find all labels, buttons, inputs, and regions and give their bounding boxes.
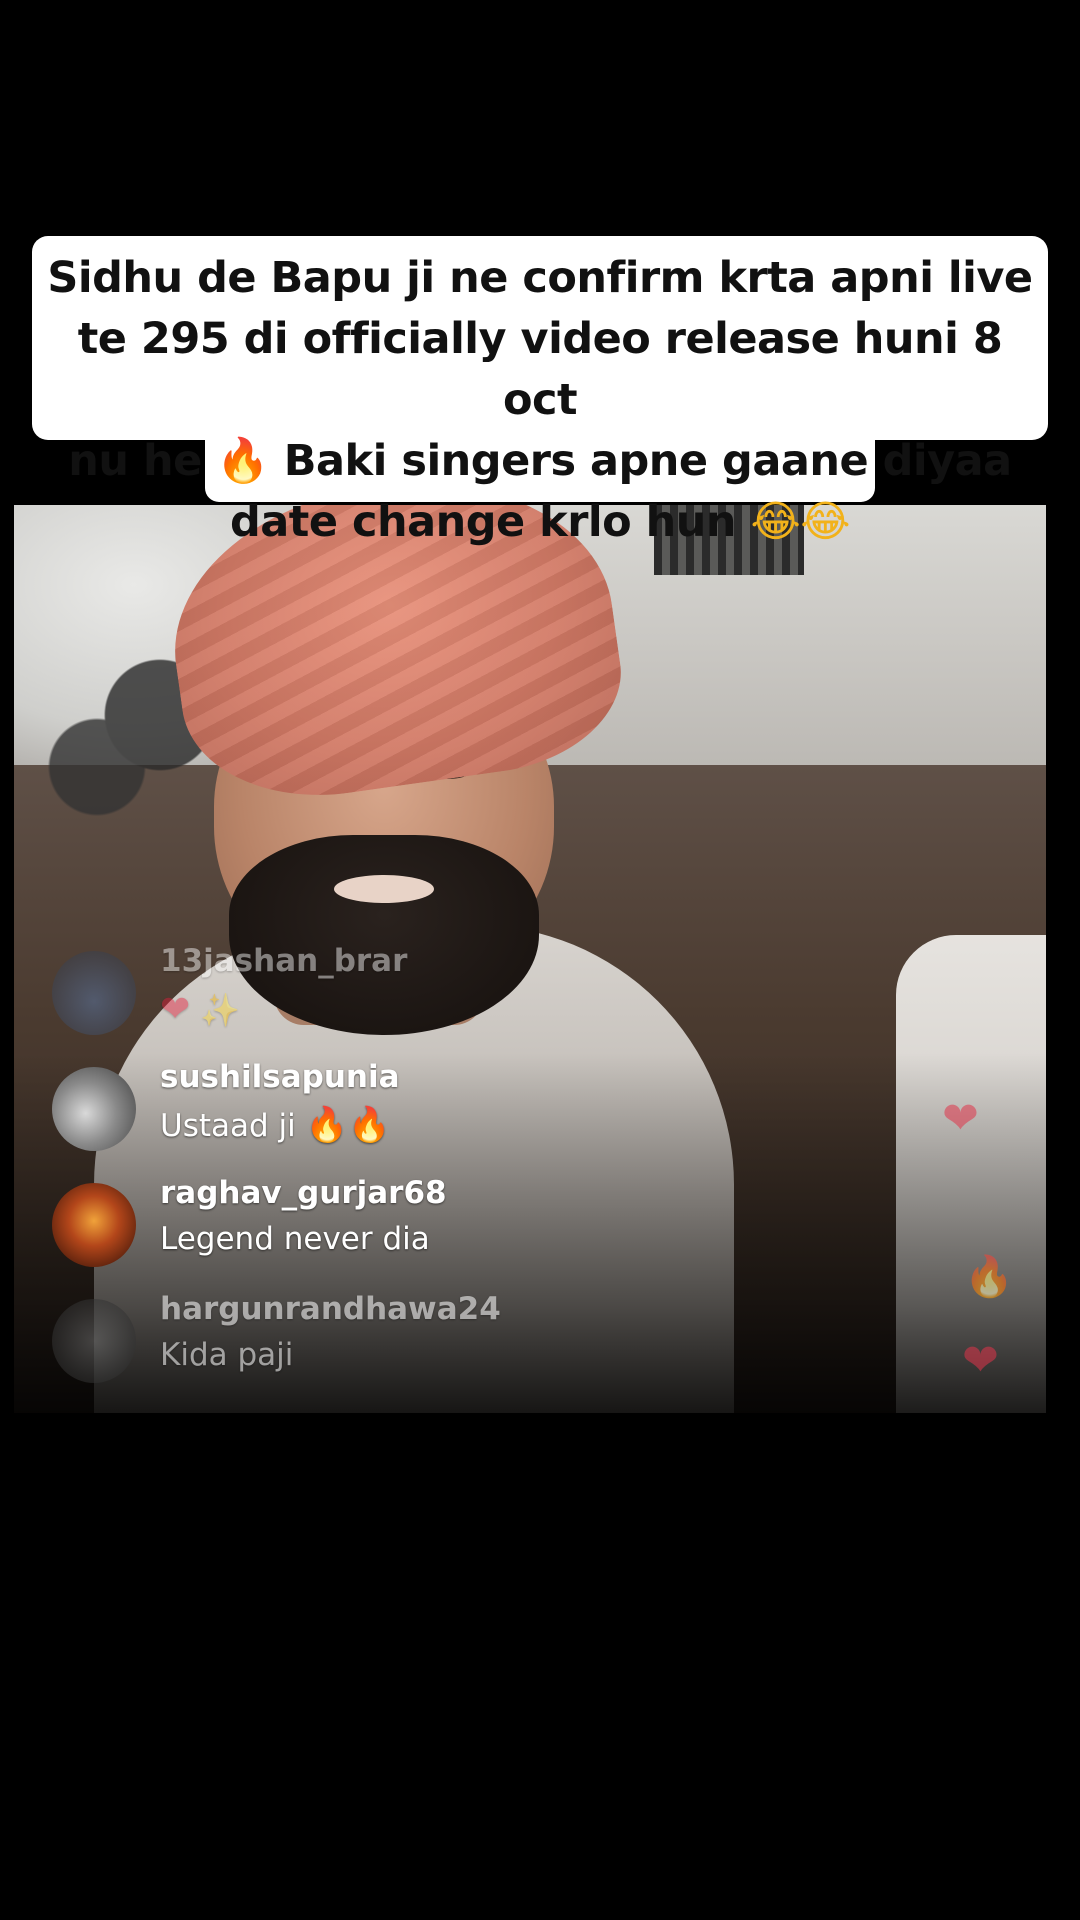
floating-heart-icon: ❤ (942, 1093, 979, 1144)
comment-username[interactable]: raghav_gurjar68 (160, 1175, 447, 1211)
sparkle-icon: ✨ (200, 991, 240, 1029)
heart-icon: ❤ (160, 989, 191, 1030)
comment-username[interactable]: hargunrandhawa24 (160, 1291, 501, 1327)
caption-line-3-suffix: Baki singers apne gaane diyaa (269, 436, 1012, 486)
avatar[interactable] (52, 1299, 136, 1383)
caption-line-4-text: date change krlo hun (230, 497, 751, 547)
comment-username[interactable]: sushilsapunia (160, 1059, 400, 1095)
avatar[interactable] (52, 1067, 136, 1151)
floating-heart-icon: ❤ (962, 1335, 999, 1386)
caption-line-3-prefix: nu he (68, 436, 217, 486)
caption-line-2: te 295 di officially video release huni … (77, 314, 1003, 425)
comment-username[interactable]: 13jashan_brar (160, 943, 407, 979)
comment-message: Ustaad ji 🔥🔥 (160, 1105, 390, 1145)
avatar[interactable] (52, 951, 136, 1035)
caption-text: Sidhu de Bapu ji ne confirm krta apni li… (40, 248, 1040, 553)
fire-emoji-icon: 🔥 (216, 436, 270, 486)
comment-message: Legend never dia (160, 1221, 430, 1257)
video-frame[interactable]: ❤ 🔥 ❤ 13jashan_brar ❤ ✨ sushilsapunia Us… (14, 505, 1046, 1413)
floating-fire-icon: 🔥 (964, 1254, 1014, 1300)
avatar[interactable] (52, 1183, 136, 1267)
caption-line-4: date change krlo hun 😂😂 (40, 492, 1040, 553)
comment-item: 13jashan_brar ❤ ✨ (52, 941, 692, 1051)
live-comments-list: 13jashan_brar ❤ ✨ sushilsapunia Ustaad j… (14, 505, 714, 1413)
caption-line-3: nu he 🔥 Baki singers apne gaane diyaa (40, 431, 1040, 492)
screen: Sidhu de Bapu ji ne confirm krta apni li… (0, 0, 1080, 1920)
comment-item: raghav_gurjar68 Legend never dia (52, 1173, 692, 1283)
comment-message: Kida paji (160, 1337, 294, 1373)
fire-icon: 🔥🔥 (305, 1105, 391, 1145)
comment-item: sushilsapunia Ustaad ji 🔥🔥 (52, 1057, 692, 1167)
laughing-emoji-icon: 😂😂 (750, 497, 851, 547)
comment-message: ❤ ✨ (160, 989, 240, 1030)
comment-item: hargunrandhawa24 Kida paji (52, 1289, 692, 1399)
comment-text: Ustaad ji (160, 1108, 296, 1144)
caption-line-1: Sidhu de Bapu ji ne confirm krta apni li… (47, 253, 1033, 303)
